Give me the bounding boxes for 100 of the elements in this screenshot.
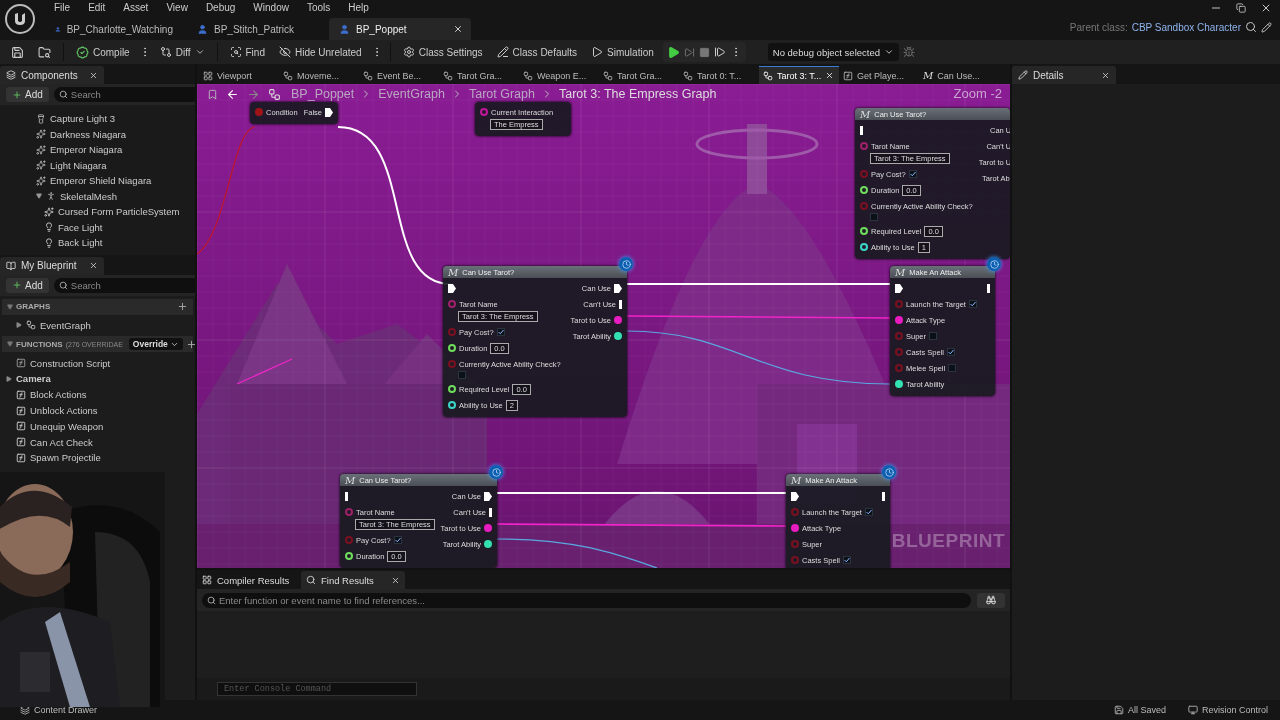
close-icon[interactable]	[89, 70, 98, 80]
parent-class-link[interactable]: CBP Sandbox Character	[1131, 21, 1241, 33]
pin-dot[interactable]	[448, 401, 456, 409]
menu-item[interactable]: View	[157, 2, 197, 13]
pin-dot[interactable]	[791, 524, 799, 532]
pin-dot[interactable]	[484, 524, 492, 532]
component-item[interactable]: Darkness Niagara	[0, 126, 195, 142]
caret-icon[interactable]	[7, 341, 13, 348]
class-defaults-button[interactable]: Class Defaults	[491, 42, 583, 62]
component-item[interactable]: SkeletalMesh	[0, 188, 195, 204]
pin-dot[interactable]	[345, 536, 353, 544]
menu-item[interactable]: Window	[244, 2, 298, 13]
add-icon[interactable]	[177, 301, 188, 312]
close-icon[interactable]	[89, 261, 98, 270]
graph-item[interactable]: EventGraph	[0, 317, 195, 334]
details-tab[interactable]: Details	[1012, 66, 1116, 84]
pin-dot[interactable]	[791, 508, 799, 516]
back-icon[interactable]	[226, 87, 239, 101]
function-item[interactable]: Unblock Actions	[0, 402, 195, 419]
document-tab[interactable]: Tarot 3: T...	[759, 66, 839, 84]
document-tab[interactable]: Viewport	[199, 66, 279, 84]
hide-unrelated-button[interactable]: Hide Unrelated	[273, 42, 367, 62]
close-icon[interactable]	[1260, 2, 1272, 14]
caret-icon[interactable]	[7, 303, 13, 310]
diff-button[interactable]: Diff	[154, 42, 210, 62]
component-item[interactable]: Face Light	[0, 219, 195, 235]
checkbox[interactable]	[929, 332, 937, 340]
document-tab[interactable]: Get Playe...	[839, 66, 919, 84]
pencil-icon[interactable]	[1261, 21, 1272, 33]
close-icon[interactable]	[453, 24, 463, 34]
function-item[interactable]: Construction Script	[0, 355, 195, 372]
saved-status[interactable]: All Saved	[1113, 705, 1166, 715]
component-item[interactable]: Back Light	[0, 235, 195, 251]
asset-tab[interactable]: BP_Charlotte_Watching	[45, 18, 187, 40]
pin-dot[interactable]	[895, 300, 903, 308]
function-item[interactable]: Spawn Projectile	[0, 450, 195, 466]
function-item[interactable]: Unequip Weapon	[0, 418, 195, 435]
pin-dot[interactable]	[860, 202, 868, 210]
pin-dot[interactable]	[860, 170, 868, 178]
search-field[interactable]: Search	[53, 87, 195, 102]
pin-dot[interactable]	[895, 316, 903, 324]
search-field[interactable]: Search	[53, 277, 195, 293]
checkbox[interactable]	[870, 213, 878, 221]
pin-dot[interactable]	[860, 243, 868, 251]
find-field[interactable]: Enter function or event name to find references...	[202, 592, 971, 608]
override-dropdown[interactable]: Override	[128, 338, 183, 351]
skip-icon[interactable]	[683, 46, 695, 58]
class-settings-button[interactable]: Class Settings	[397, 42, 488, 62]
pin-dot[interactable]	[791, 540, 799, 548]
breadcrumb-link[interactable]: EventGraph	[378, 87, 445, 101]
content-drawer-button[interactable]: Content Drawer	[20, 705, 98, 715]
component-item[interactable]: Emperor Niagara	[0, 142, 195, 158]
menu-item[interactable]: Help	[339, 2, 378, 13]
restore-icon[interactable]	[1236, 3, 1246, 13]
pin-dot[interactable]	[895, 364, 903, 372]
pin-dot[interactable]	[345, 508, 353, 516]
pin-dot[interactable]	[895, 332, 903, 340]
simulation-button[interactable]: Simulation	[586, 42, 659, 62]
menu-item[interactable]: File	[45, 2, 80, 13]
component-item[interactable]: Emperor Shield Niagara	[0, 173, 195, 189]
play-icon[interactable]	[666, 45, 680, 59]
pin-dot[interactable]	[860, 142, 868, 150]
binoculars-button[interactable]	[977, 592, 1005, 608]
pin-dot[interactable]	[480, 108, 488, 116]
bug-icon[interactable]	[903, 46, 915, 58]
compile-button[interactable]: Compile	[71, 42, 135, 62]
components-tab[interactable]: Components	[0, 66, 104, 84]
graphs-section[interactable]: GRAPHS	[2, 298, 193, 315]
caret-icon[interactable]	[6, 376, 12, 382]
document-tab[interactable]: Event Be...	[359, 66, 439, 84]
menu-item[interactable]: Debug	[196, 2, 245, 13]
checkbox[interactable]	[393, 536, 402, 544]
add-button[interactable]: Add	[6, 87, 49, 102]
my-blueprint-tab[interactable]: My Blueprint	[0, 256, 104, 275]
menu-item[interactable]: Edit	[79, 2, 115, 13]
close-icon[interactable]	[391, 575, 400, 585]
panel-tab[interactable]: Compiler Results	[197, 571, 301, 589]
asset-tab[interactable]: BP_Stitch_Patrick	[187, 18, 329, 40]
pin-dot[interactable]	[255, 108, 263, 116]
checkbox[interactable]	[842, 556, 851, 564]
asset-tab[interactable]: BP_Poppet	[329, 18, 471, 40]
function-item[interactable]: Can Act Check	[0, 434, 195, 451]
component-item[interactable]: Cursed Form ParticleSystem	[0, 204, 195, 220]
function-item[interactable]: Block Actions	[0, 386, 195, 403]
component-item[interactable]: Light Niagara	[0, 157, 195, 173]
add-icon[interactable]	[185, 338, 195, 350]
close-icon[interactable]	[1101, 70, 1110, 80]
document-tab[interactable]: Tarot Gra...	[439, 66, 519, 84]
panel-tab[interactable]: Find Results	[301, 571, 405, 589]
pin-dot[interactable]	[448, 360, 456, 368]
checkbox[interactable]	[864, 508, 873, 516]
document-tab[interactable]: Weapon E...	[519, 66, 599, 84]
category-item[interactable]: Camera	[0, 371, 195, 387]
pin-dot[interactable]	[791, 556, 799, 564]
pin-dot[interactable]	[895, 348, 903, 356]
breadcrumb-link[interactable]: BP_Poppet	[291, 87, 355, 101]
checkbox[interactable]	[908, 170, 917, 178]
menu-item[interactable]: Asset	[114, 2, 158, 13]
forward-icon[interactable]	[247, 87, 260, 101]
document-tab[interactable]: Tarot Gra...	[599, 66, 679, 84]
